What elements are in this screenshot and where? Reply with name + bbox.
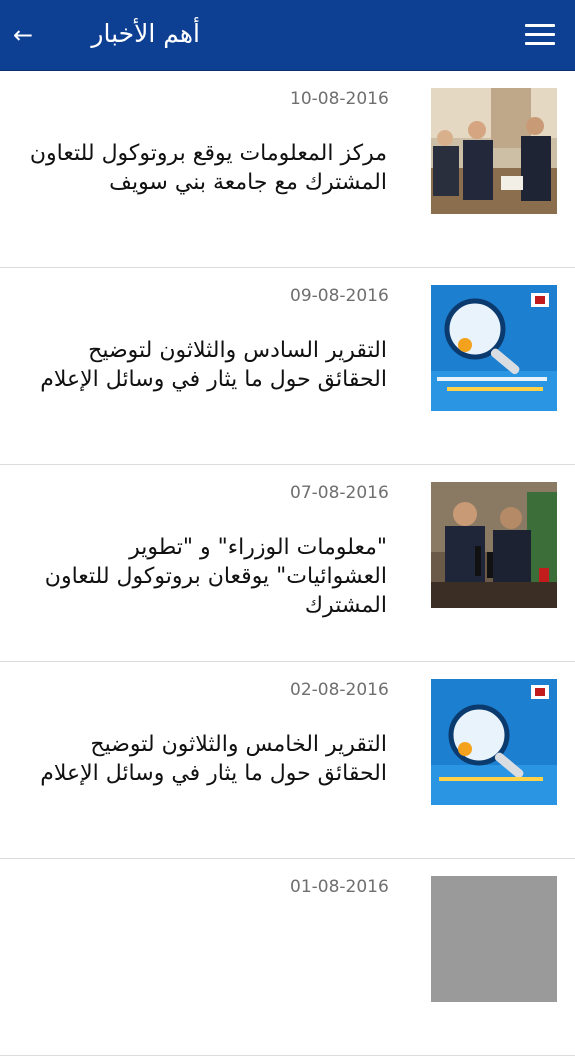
news-title: مركز المعلومات يوقع بروتوكول للتعاون الم…: [29, 141, 387, 195]
news-item[interactable]: 09-08-2016 التقرير السادس والثلاثون لتوض…: [0, 268, 575, 465]
news-thumbnail: [431, 482, 557, 608]
press-conference-photo: [431, 482, 557, 608]
news-item[interactable]: 01-08-2016: [0, 859, 575, 1056]
news-thumbnail: [431, 876, 557, 1002]
truth-report-graphic: [431, 285, 557, 411]
photo: [431, 876, 557, 1002]
news-item[interactable]: 07-08-2016 "معلومات الوزراء" و "تطوير ال…: [0, 465, 575, 662]
news-date: 01-08-2016: [290, 877, 389, 897]
news-thumbnail: [431, 679, 557, 805]
news-item[interactable]: 02-08-2016 التقرير الخامس والثلاثون لتوض…: [0, 662, 575, 859]
news-thumbnail: [431, 285, 557, 411]
page-title: أهم الأخبار: [91, 19, 200, 48]
truth-report-graphic: [431, 679, 557, 805]
hamburger-menu-icon[interactable]: [520, 20, 560, 50]
news-title: "معلومات الوزراء" و "تطوير العشوائيات" ي…: [44, 535, 387, 618]
menu-line: [525, 33, 555, 36]
news-item[interactable]: 10-08-2016 مركز المعلومات يوقع بروتوكول …: [0, 71, 575, 268]
news-list: 10-08-2016 مركز المعلومات يوقع بروتوكول …: [0, 71, 575, 1056]
menu-line: [525, 24, 555, 27]
news-date: 07-08-2016: [290, 483, 389, 503]
news-thumbnail: [431, 88, 557, 214]
news-title: التقرير السادس والثلاثون لتوضيح الحقائق …: [40, 338, 387, 392]
news-date: 02-08-2016: [290, 680, 389, 700]
app-bar: ← أهم الأخبار: [0, 0, 575, 71]
meeting-photo: [431, 88, 557, 214]
news-title: التقرير الخامس والثلاثون لتوضيح الحقائق …: [40, 732, 387, 786]
news-date: 10-08-2016: [290, 89, 389, 109]
back-arrow-icon[interactable]: ←: [8, 17, 38, 53]
menu-line: [525, 42, 555, 45]
news-date: 09-08-2016: [290, 286, 389, 306]
